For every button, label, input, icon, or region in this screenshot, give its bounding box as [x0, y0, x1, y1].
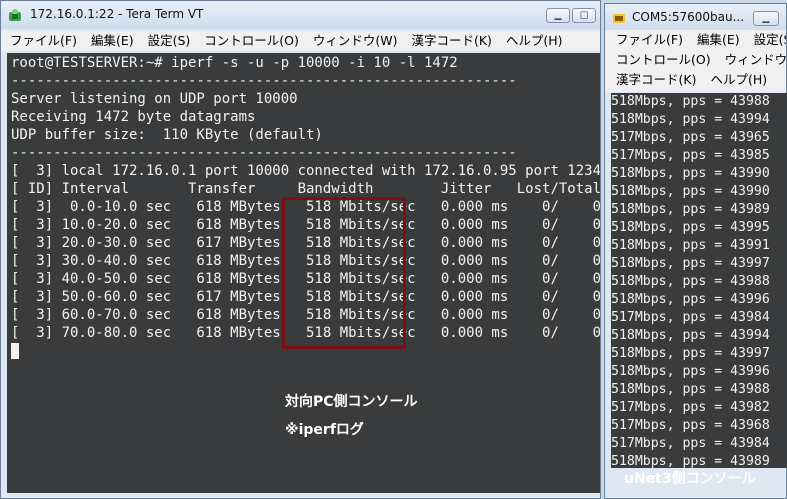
minimize-icon: ▁ — [554, 10, 562, 20]
pps-line: 518Mbps, pps = 43988 — [611, 382, 770, 397]
terminal-line: [ 3] local 172.16.0.1 port 10000 connect… — [11, 163, 601, 179]
peer-console-caption: 対向PC側コンソール — [285, 394, 418, 410]
pps-line: 517Mbps, pps = 43985 — [611, 148, 770, 163]
pps-line: 517Mbps, pps = 43984 — [611, 436, 770, 451]
terminal-cursor — [11, 343, 19, 359]
unet3-console-caption: uNet3側コンソール — [624, 471, 756, 487]
com-window-title: COM5:57600bau... — [632, 10, 745, 24]
menu-kanji-code[interactable]: 漢字コード(K) — [406, 31, 496, 50]
com-menu-setup[interactable]: 設定(S) — [749, 30, 786, 49]
pps-line: 518Mbps, pps = 43997 — [611, 256, 770, 271]
terminal-line: ----------------------------------------… — [11, 73, 517, 89]
menu-setup[interactable]: 設定(S) — [143, 31, 196, 50]
pps-line: 518Mbps, pps = 43989 — [611, 202, 770, 217]
com-menu-help[interactable]: ヘルプ(H) — [705, 70, 772, 89]
pps-line: 518Mbps, pps = 43994 — [611, 328, 770, 343]
main-terminal-window: 172.16.0.1:22 - Tera Term VT ▁ □ ファイル(F)… — [0, 0, 601, 499]
com-menu-bar: ファイル(F) 編集(E) 設定(S) コントロール(O) ウィンドウ(W) 漢… — [605, 30, 786, 92]
maximize-button[interactable]: □ — [572, 8, 596, 23]
pps-line: 518Mbps, pps = 43990 — [611, 184, 770, 199]
pps-line: 518Mbps, pps = 43994 — [611, 112, 770, 127]
menu-edit[interactable]: 編集(E) — [86, 31, 139, 50]
terminal-line: Receiving 1472 byte datagrams — [11, 109, 256, 125]
terminal-line: root@TESTSERVER:~# iperf -s -u -p 10000 … — [11, 55, 458, 71]
com-terminal-area[interactable]: 518Mbps, pps = 43988 518Mbps, pps = 4399… — [611, 93, 787, 468]
pps-line: 518Mbps, pps = 43996 — [611, 364, 770, 379]
terminal-line: Server listening on UDP port 10000 — [11, 91, 298, 107]
tera-term-icon — [9, 9, 21, 21]
pps-line: 518Mbps, pps = 43988 — [611, 274, 770, 289]
menu-file[interactable]: ファイル(F) — [5, 31, 82, 50]
pps-line: 518Mbps, pps = 43997 — [611, 346, 770, 361]
com-menu-kanji-code[interactable]: 漢字コード(K) — [611, 70, 701, 89]
minimize-button[interactable]: ▁ — [546, 8, 570, 23]
com-menu-control[interactable]: コントロール(O) — [611, 50, 716, 69]
menu-help[interactable]: ヘルプ(H) — [501, 31, 568, 50]
com-menu-file[interactable]: ファイル(F) — [611, 30, 688, 49]
com-menu-window[interactable]: ウィンドウ(W) — [720, 50, 786, 69]
pps-line: 517Mbps, pps = 43965 — [611, 130, 770, 145]
terminal-line: ----------------------------------------… — [11, 145, 517, 161]
iperf-log-caption: ※iperfログ — [285, 422, 364, 438]
minimize-icon: ▁ — [762, 13, 770, 23]
main-title-bar[interactable]: 172.16.0.1:22 - Tera Term VT ▁ □ — [1, 1, 600, 29]
terminal-line: UDP buffer size: 110 KByte (default) — [11, 127, 323, 143]
maximize-icon: □ — [579, 10, 589, 20]
terminal-line: [ ID] Interval Transfer Bandwidth Jitter… — [11, 181, 601, 197]
pps-line: 518Mbps, pps = 43988 — [611, 94, 770, 109]
com-menu-edit[interactable]: 編集(E) — [692, 30, 745, 49]
tera-term-icon — [613, 14, 625, 23]
com-minimize-button[interactable]: ▁ — [753, 11, 779, 26]
pps-line: 518Mbps, pps = 43991 — [611, 238, 770, 253]
pps-line: 517Mbps, pps = 43982 — [611, 400, 770, 415]
pps-line: 517Mbps, pps = 43984 — [611, 310, 770, 325]
main-menu-bar: ファイル(F) 編集(E) 設定(S) コントロール(O) ウィンドウ(W) 漢… — [1, 31, 600, 51]
pps-line: 518Mbps, pps = 43996 — [611, 292, 770, 307]
menu-control[interactable]: コントロール(O) — [199, 31, 304, 50]
pps-line: 518Mbps, pps = 43990 — [611, 166, 770, 181]
menu-window[interactable]: ウィンドウ(W) — [308, 31, 403, 50]
main-window-title: 172.16.0.1:22 - Tera Term VT — [30, 7, 204, 21]
pps-line: 517Mbps, pps = 43968 — [611, 418, 770, 433]
pps-line: 518Mbps, pps = 43989 — [611, 454, 770, 468]
com-title-bar[interactable]: COM5:57600bau... ▁ — [605, 4, 786, 32]
bandwidth-highlight-box — [282, 197, 406, 349]
pps-line: 518Mbps, pps = 43995 — [611, 220, 770, 235]
